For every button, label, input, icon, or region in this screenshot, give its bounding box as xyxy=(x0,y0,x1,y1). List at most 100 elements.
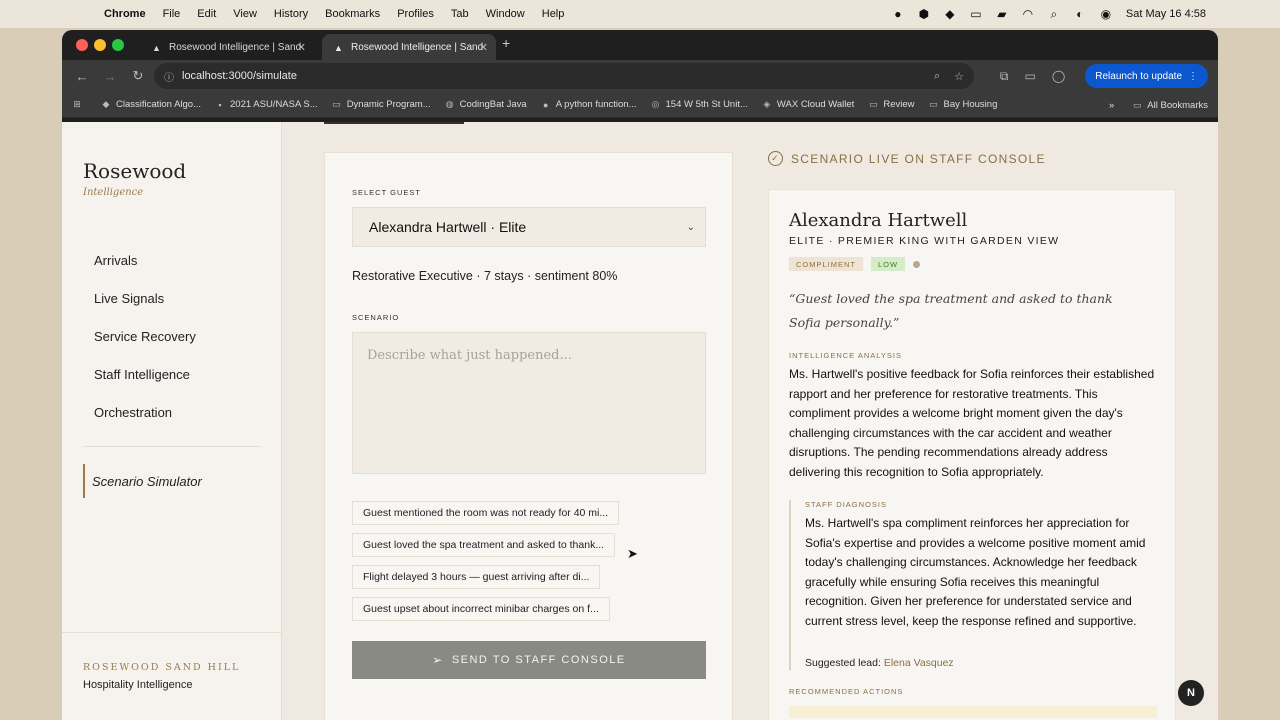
more-icon[interactable]: ⋮ xyxy=(1188,71,1198,82)
folder-icon: ▭ xyxy=(1133,99,1142,110)
cast-icon[interactable]: ▭ xyxy=(1024,69,1035,83)
site-info-icon[interactable]: ⓘ xyxy=(164,69,174,84)
status-dot-icon xyxy=(913,260,921,268)
menu-bookmarks[interactable]: Bookmarks xyxy=(325,8,380,20)
bookmark-item[interactable]: ▭ Review xyxy=(868,99,914,110)
guest-select[interactable]: Alexandra Hartwell · Elite ⌄ xyxy=(352,207,706,247)
diagnosis-label: STAFF DIAGNOSIS xyxy=(805,500,887,509)
sidebar-item-service-recovery[interactable]: Service Recovery xyxy=(94,328,196,366)
tab-title: Rosewood Intelligence | Sand xyxy=(351,41,484,53)
preset-chip[interactable]: Guest mentioned the room was not ready f… xyxy=(352,501,620,525)
brand-subtitle: Intelligence xyxy=(83,187,144,198)
search-icon[interactable]: ⌕ xyxy=(1046,7,1062,21)
bookmark-item[interactable]: ◎ 154 W 5th St Unit... xyxy=(651,99,748,110)
nextjs-dev-badge[interactable]: N xyxy=(1178,680,1204,706)
new-tab-icon[interactable]: + xyxy=(502,35,510,51)
status-text: SCENARIO LIVE ON STAFF CONSOLE xyxy=(791,151,1046,166)
property-subtitle: Hospitality Intelligence xyxy=(83,679,193,691)
preset-chip[interactable]: Flight delayed 3 hours — guest arriving … xyxy=(352,565,601,589)
close-window-button[interactable] xyxy=(76,39,88,51)
wifi-icon[interactable]: ◠ xyxy=(1020,7,1036,21)
sidebar-item-staff-intelligence[interactable]: Staff Intelligence xyxy=(94,366,196,404)
sidebar-item-orchestration[interactable]: Orchestration xyxy=(94,404,196,442)
preset-chip[interactable]: Guest loved the spa treatment and asked … xyxy=(352,533,616,557)
recommended-actions-label: RECOMMENDED ACTIONS xyxy=(789,687,904,696)
zoom-window-button[interactable] xyxy=(112,39,124,51)
record-icon[interactable]: ● xyxy=(890,7,906,21)
menu-file[interactable]: File xyxy=(163,8,181,20)
menu-window[interactable]: Window xyxy=(486,8,525,20)
all-bookmarks[interactable]: ▭ All Bookmarks xyxy=(1132,100,1208,111)
sidebar-item-live-signals[interactable]: Live Signals xyxy=(94,290,196,328)
analysis-text: Ms. Hartwell's positive feedback for Sof… xyxy=(789,367,1155,479)
url-text[interactable]: localhost:3000/simulate xyxy=(182,70,297,82)
select-guest-label: SELECT GUEST xyxy=(352,188,421,197)
bookmark-item[interactable]: ◍ CodingBat Java xyxy=(445,99,527,110)
close-icon[interactable]: ✕ xyxy=(479,41,488,54)
browser-window: ▲ Rosewood Intelligence | Sand ✕ ▲ Rosew… xyxy=(62,30,1218,720)
send-to-staff-console-button[interactable]: ➢ SEND TO STAFF CONSOLE xyxy=(352,641,706,679)
macos-menu-bar: Chrome File Edit View History Bookmarks … xyxy=(0,0,1280,28)
reload-icon[interactable]: ↻ xyxy=(130,68,146,84)
recommended-action-item[interactable] xyxy=(789,706,1157,718)
bookmark-item[interactable]: ● A python function... xyxy=(541,99,637,110)
bookmark-item[interactable]: ◆ Classification Algo... xyxy=(101,99,201,110)
siri-icon[interactable]: ◉ xyxy=(1098,7,1114,21)
sidebar-footer: ROSEWOOD SAND HILL Hospitality Intellige… xyxy=(62,632,282,691)
guest-quote: “Guest loved the spa treatment and asked… xyxy=(789,291,1113,330)
priority-badge: LOW xyxy=(871,257,906,271)
menu-app-name[interactable]: Chrome xyxy=(104,8,146,20)
brand-logo[interactable]: Rosewood xyxy=(83,159,186,183)
suggested-lead: Suggested lead: Elena Vasquez xyxy=(805,657,954,669)
menu-clock[interactable]: Sat May 16 4:58 xyxy=(1126,8,1206,20)
back-icon[interactable]: ← xyxy=(74,69,90,84)
relaunch-button[interactable]: Relaunch to update ⋮ xyxy=(1085,64,1208,88)
control-center-icon[interactable]: ◐ xyxy=(1072,7,1088,21)
tab-underline xyxy=(324,122,464,124)
preset-chip[interactable]: Guest upset about incorrect minibar char… xyxy=(352,597,610,621)
sidebar-item-arrivals[interactable]: Arrivals xyxy=(94,252,196,290)
scenario-input[interactable]: Describe what just happened... xyxy=(352,332,706,474)
page-icon: ▪ xyxy=(218,99,222,110)
lead-name[interactable]: Elena Vasquez xyxy=(884,657,954,669)
minimize-window-button[interactable] xyxy=(94,39,106,51)
check-circle-icon: ✓ xyxy=(768,151,783,166)
extensions-icon[interactable]: ⧉ xyxy=(1000,69,1009,84)
menu-view[interactable]: View xyxy=(233,8,257,20)
github-icon: ● xyxy=(542,99,549,110)
menu-tab[interactable]: Tab xyxy=(451,8,469,20)
window-icon[interactable]: ▭ xyxy=(968,7,984,21)
tab-bar: ▲ Rosewood Intelligence | Sand ✕ ▲ Rosew… xyxy=(62,30,1218,60)
sidebar-item-scenario-simulator[interactable]: Scenario Simulator xyxy=(83,464,261,498)
globe-icon: ◍ xyxy=(445,99,454,109)
bookmark-item[interactable]: ▪ 2021 ASU/NASA S... xyxy=(215,99,317,110)
sidebar: Rosewood Intelligence Arrivals Live Sign… xyxy=(62,122,282,720)
address-bar[interactable]: ⓘ localhost:3000/simulate ⌕ ☆ xyxy=(154,63,974,89)
menu-history[interactable]: History xyxy=(274,8,308,20)
scenario-result-card: Alexandra Hartwell ELITE · PREMIER KING … xyxy=(768,189,1176,720)
forward-icon[interactable]: → xyxy=(102,69,118,84)
menu-help[interactable]: Help xyxy=(542,8,565,20)
star-icon[interactable]: ☆ xyxy=(954,70,964,83)
apps-icon[interactable]: ⊞ xyxy=(72,99,87,110)
gamepad-icon[interactable]: ◆ xyxy=(942,7,958,21)
browser-tab-1[interactable]: ▲ Rosewood Intelligence | Sand ✕ xyxy=(140,34,314,60)
folder-icon: ▭ xyxy=(869,99,878,109)
menu-profiles[interactable]: Profiles xyxy=(397,8,434,20)
profile-icon[interactable]: ◯ xyxy=(1052,69,1065,83)
bookmark-item[interactable]: ▭ Dynamic Program... xyxy=(332,99,430,110)
triangle-icon: ▲ xyxy=(334,42,343,53)
badge-row: COMPLIMENT LOW xyxy=(789,257,921,271)
cube-icon[interactable]: ⬢ xyxy=(916,7,932,21)
menu-edit[interactable]: Edit xyxy=(197,8,216,20)
selected-guest: Alexandra Hartwell · Elite xyxy=(369,219,527,235)
folder-icon: ▭ xyxy=(332,99,341,109)
close-icon[interactable]: ✕ xyxy=(297,41,306,54)
bookmark-item[interactable]: ▭ Bay Housing xyxy=(928,99,997,110)
property-name: ROSEWOOD SAND HILL xyxy=(83,662,241,673)
zoom-icon[interactable]: ⌕ xyxy=(934,70,940,83)
chevron-right-icon[interactable]: » xyxy=(1109,100,1114,111)
battery-icon[interactable]: ▰ xyxy=(994,7,1010,21)
browser-tab-2[interactable]: ▲ Rosewood Intelligence | Sand ✕ xyxy=(322,34,496,60)
bookmark-item[interactable]: ◈ WAX Cloud Wallet xyxy=(762,99,854,110)
